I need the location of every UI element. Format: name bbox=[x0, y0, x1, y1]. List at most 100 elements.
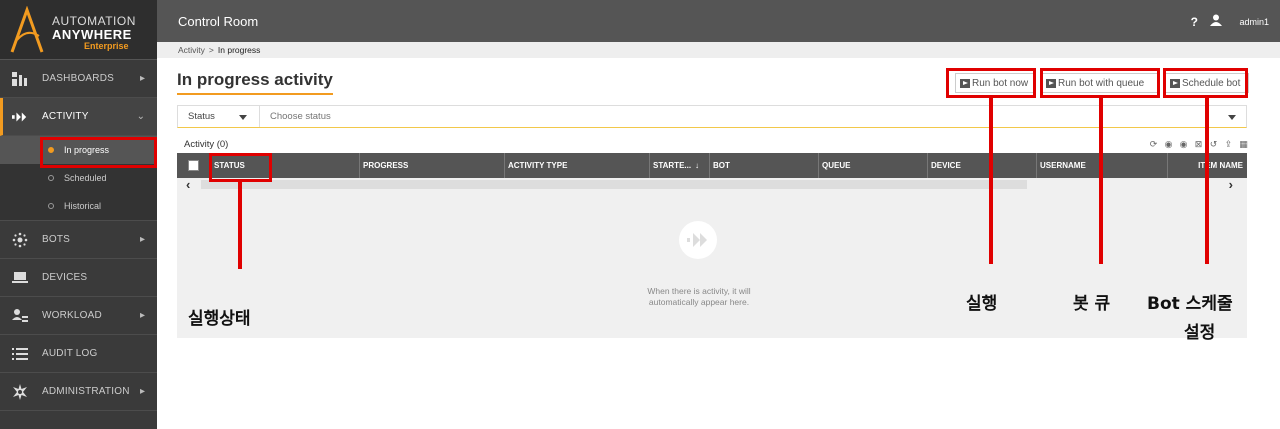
sidebar-item-label: BOTS bbox=[42, 234, 71, 245]
annotation-label-status: 실행상태 bbox=[188, 309, 251, 329]
column-header-status[interactable]: STATUS bbox=[210, 153, 359, 178]
scroll-left-icon[interactable]: ‹ bbox=[186, 177, 190, 192]
pause-icon[interactable]: ◉ bbox=[1164, 139, 1173, 150]
run-bot-with-queue-label: Run bot with queue bbox=[1058, 77, 1145, 89]
filter-bar: Status bbox=[177, 105, 1247, 128]
sidebar-item-label: ACTIVITY bbox=[42, 111, 89, 122]
activity-count: Activity (0) bbox=[184, 139, 229, 150]
history-icon[interactable]: ↺ bbox=[1209, 139, 1218, 150]
empty-activity-icon bbox=[679, 221, 717, 259]
breadcrumb-current: In progress bbox=[217, 45, 261, 55]
schedule-icon bbox=[1170, 78, 1180, 88]
table-toolbar: ⟳ ◉ ◉ ⊠ ↺ ⇪ ▦ bbox=[1149, 139, 1248, 150]
dot-icon bbox=[48, 175, 54, 181]
sidebar-item-workload[interactable]: WORKLOAD ▸ bbox=[0, 297, 157, 335]
play-icon bbox=[1046, 78, 1056, 88]
breadcrumb: Activity > In progress bbox=[157, 42, 1280, 58]
activity-icon bbox=[12, 109, 28, 125]
sidebar: AUTOMATION ANYWHERE Enterprise DASHBOARD… bbox=[0, 0, 157, 429]
sidebar-subitem-scheduled[interactable]: Scheduled bbox=[0, 164, 157, 192]
column-header-item-name[interactable]: ITEM NAME bbox=[1167, 153, 1247, 178]
automation-anywhere-logo-icon bbox=[10, 6, 44, 53]
resume-icon[interactable]: ◉ bbox=[1179, 139, 1188, 150]
column-header-queue[interactable]: QUEUE bbox=[818, 153, 927, 178]
table-header: STATUS PROGRESS ACTIVITY TYPE STARTE... … bbox=[177, 153, 1247, 178]
sidebar-item-label: DEVICES bbox=[42, 272, 88, 283]
column-header-bot[interactable]: BOT bbox=[709, 153, 818, 178]
caret-down-icon bbox=[239, 115, 247, 120]
chevron-right-icon: ▸ bbox=[139, 310, 145, 321]
chevron-right-icon: ▸ bbox=[139, 386, 145, 397]
sidebar-item-label: WORKLOAD bbox=[42, 310, 102, 321]
dot-icon bbox=[48, 203, 54, 209]
sidebar-item-audit-log[interactable]: AUDIT LOG bbox=[0, 335, 157, 373]
sidebar-item-label: ADMINISTRATION bbox=[42, 386, 130, 397]
sidebar-subitem-label: Scheduled bbox=[64, 173, 107, 183]
administration-icon bbox=[12, 383, 28, 400]
app-title: Control Room bbox=[178, 14, 259, 29]
logo-text-enterprise: Enterprise bbox=[84, 41, 129, 51]
sidebar-item-activity[interactable]: ACTIVITY ⌄ bbox=[0, 98, 157, 136]
annotation-label-schedule-2: 설정 bbox=[1184, 323, 1216, 343]
run-bot-now-button[interactable]: Run bot now bbox=[955, 73, 1035, 93]
column-header-username[interactable]: USERNAME bbox=[1036, 153, 1167, 178]
schedule-bot-label: Schedule bot bbox=[1182, 77, 1241, 89]
scroll-right-icon[interactable]: › bbox=[1229, 177, 1233, 192]
sidebar-item-devices[interactable]: DEVICES bbox=[0, 259, 157, 297]
page-title: In progress activity bbox=[177, 70, 333, 95]
filter-field-select[interactable]: Status bbox=[178, 106, 260, 127]
breadcrumb-parent[interactable]: Activity bbox=[178, 45, 205, 55]
run-bot-with-queue-button[interactable]: Run bot with queue bbox=[1041, 73, 1160, 93]
annotation-label-schedule: Bot 스케줄 bbox=[1147, 294, 1233, 314]
column-header-activity-type[interactable]: ACTIVITY TYPE bbox=[504, 153, 649, 178]
logo-text-anywhere: ANYWHERE bbox=[52, 27, 132, 42]
sidebar-item-bots[interactable]: BOTS ▸ bbox=[0, 221, 157, 259]
select-all-checkbox[interactable] bbox=[188, 160, 199, 171]
column-header-device[interactable]: DEVICE bbox=[927, 153, 1036, 178]
schedule-bot-button[interactable]: Schedule bot bbox=[1165, 73, 1249, 93]
logo-text-automation: AUTOMATION bbox=[52, 14, 136, 28]
app: AUTOMATION ANYWHERE Enterprise DASHBOARD… bbox=[0, 0, 1280, 429]
column-header-progress[interactable]: PROGRESS bbox=[359, 153, 504, 178]
empty-state-message: When there is activity, it will automati… bbox=[647, 286, 751, 307]
active-dot-icon bbox=[48, 147, 54, 153]
help-icon[interactable]: ? bbox=[1191, 15, 1198, 29]
sidebar-item-administration[interactable]: ADMINISTRATION ▸ bbox=[0, 373, 157, 411]
chevron-down-icon: ⌄ bbox=[136, 111, 145, 122]
logo[interactable]: AUTOMATION ANYWHERE Enterprise bbox=[0, 0, 157, 60]
devices-icon bbox=[12, 270, 28, 286]
dashboard-icon bbox=[12, 71, 28, 87]
run-bot-now-label: Run bot now bbox=[972, 77, 1029, 89]
column-header-started[interactable]: STARTE... bbox=[649, 153, 691, 178]
sidebar-subitem-label: In progress bbox=[64, 145, 110, 155]
sidebar-item-label: AUDIT LOG bbox=[42, 348, 98, 359]
workload-icon bbox=[12, 308, 28, 324]
annotation-label-queue: 봇 큐 bbox=[1073, 294, 1111, 314]
stop-icon[interactable]: ⊠ bbox=[1194, 139, 1203, 150]
sidebar-subitem-label: Historical bbox=[64, 201, 102, 211]
columns-icon[interactable]: ▦ bbox=[1239, 139, 1248, 150]
status-filter-input[interactable] bbox=[260, 106, 1246, 127]
table-body: ‹ › When there is activity, it will auto… bbox=[177, 177, 1247, 338]
sidebar-item-dashboards[interactable]: DASHBOARDS ▸ bbox=[0, 60, 157, 98]
sidebar-subitem-historical[interactable]: Historical bbox=[0, 192, 157, 220]
sidebar-item-label: DASHBOARDS bbox=[42, 73, 115, 84]
chevron-right-icon: ▸ bbox=[139, 234, 145, 245]
activity-submenu: In progress Scheduled Historical bbox=[0, 136, 157, 221]
audit-log-icon bbox=[12, 346, 28, 362]
horizontal-scrollbar[interactable] bbox=[201, 180, 1027, 189]
refresh-icon[interactable]: ⟳ bbox=[1149, 139, 1158, 150]
breadcrumb-separator: > bbox=[208, 45, 214, 55]
sidebar-subitem-in-progress[interactable]: In progress bbox=[0, 136, 157, 164]
export-icon[interactable]: ⇪ bbox=[1224, 139, 1233, 150]
filter-field-label: Status bbox=[188, 111, 215, 122]
caret-down-icon[interactable] bbox=[1228, 115, 1236, 120]
top-bar: Control Room ? admin1 bbox=[157, 0, 1280, 42]
chevron-right-icon: ▸ bbox=[139, 73, 145, 84]
username-label[interactable]: admin1 bbox=[1239, 17, 1269, 27]
bots-icon bbox=[12, 232, 28, 248]
user-icon[interactable] bbox=[1210, 14, 1222, 26]
annotation-label-run: 실행 bbox=[966, 294, 998, 314]
sort-down-icon[interactable]: ↓ bbox=[685, 153, 709, 178]
play-icon bbox=[960, 78, 970, 88]
